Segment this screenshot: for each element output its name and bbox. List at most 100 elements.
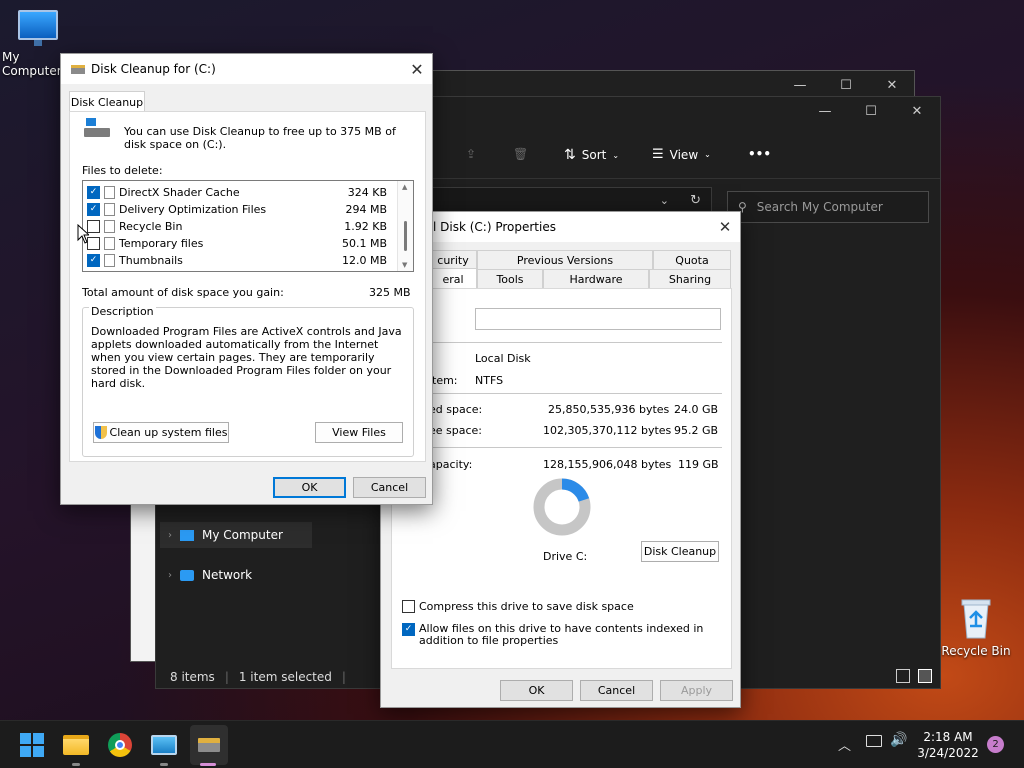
scroll-down-icon[interactable]: ▼ (402, 261, 407, 269)
file-name: Delivery Optimization Files (119, 203, 267, 216)
maximize-button[interactable]: ☐ (848, 97, 894, 125)
tiles-view-icon[interactable] (918, 669, 932, 683)
share-button[interactable]: ⇪ (466, 147, 476, 161)
tab-sharing[interactable]: Sharing (649, 269, 731, 288)
close-button[interactable]: ✕ (869, 71, 915, 99)
control-panel-icon (151, 735, 177, 755)
refresh-icon[interactable]: ↻ (690, 193, 701, 208)
details-view-icon[interactable] (896, 669, 910, 683)
ok-button[interactable]: OK (500, 680, 573, 701)
index-checkbox-row[interactable]: ✓ Allow files on this drive to have cont… (402, 623, 722, 647)
maximize-button[interactable]: ☐ (823, 71, 869, 99)
more-options-button[interactable]: ••• (748, 147, 771, 161)
disk-cleanup-dialog[interactable]: Disk Cleanup for (C:) ✕ Disk Cleanup You… (60, 53, 433, 505)
file-checkbox[interactable]: ✓ (87, 186, 100, 199)
file-name: Recycle Bin (119, 220, 183, 233)
chevron-right-icon: › (168, 569, 172, 581)
nav-label: My Computer (202, 528, 283, 542)
nav-item-network[interactable]: › Network (160, 562, 312, 588)
scroll-up-icon[interactable]: ▲ (402, 183, 407, 191)
file-row[interactable]: Temporary files 50.1 MB (87, 235, 393, 252)
disk-cleanup-taskbar-button[interactable] (190, 725, 228, 765)
close-button[interactable]: ✕ (710, 212, 740, 242)
start-button[interactable] (16, 729, 48, 761)
disk-cleanup-button[interactable]: Disk Cleanup (641, 541, 719, 562)
file-size: 1.92 KB (344, 220, 387, 233)
cancel-button[interactable]: Cancel (580, 680, 653, 701)
file-explorer-taskbar-button[interactable] (60, 729, 92, 761)
file-row[interactable]: ✓ DirectX Shader Cache 324 KB (87, 184, 393, 201)
view-label: View (669, 147, 699, 162)
delete-button[interactable]: 🗑 (513, 147, 528, 161)
file-row[interactable]: Recycle Bin 1.92 KB (87, 218, 393, 235)
control-panel-taskbar-button[interactable] (148, 729, 180, 761)
tab-general[interactable]: eral (429, 268, 477, 290)
network-icon[interactable] (866, 735, 882, 747)
minimize-button[interactable]: — (802, 97, 848, 125)
close-button[interactable]: ✕ (402, 54, 432, 84)
tab-hardware[interactable]: Hardware (543, 269, 649, 288)
button-label: Clean up system files (109, 426, 228, 439)
taskbar: ︿ 🔊 2:18 AM 3/24/2022 2 (0, 720, 1024, 768)
tab-previous-versions[interactable]: Previous Versions (477, 250, 653, 269)
nav-item-my-computer[interactable]: › My Computer (160, 522, 312, 548)
tab-tools[interactable]: Tools (477, 269, 543, 288)
active-indicator (200, 763, 216, 766)
running-indicator (72, 763, 80, 766)
file-checkbox[interactable]: ✓ (87, 203, 100, 216)
dialog-title: l Disk (C:) Properties (433, 220, 556, 234)
chevron-up-icon[interactable]: ︿ (838, 735, 851, 754)
files-list[interactable]: ✓ DirectX Shader Cache 324 KB ✓ Delivery Opt… (82, 180, 414, 272)
properties-dialog[interactable]: l Disk (C:) Properties ✕ curity Previous… (380, 211, 741, 708)
apply-button[interactable]: Apply (660, 680, 733, 701)
file-icon (104, 237, 115, 250)
drive-label-input[interactable] (475, 308, 721, 330)
clock[interactable]: 2:18 AM 3/24/2022 (915, 729, 981, 761)
file-checkbox[interactable]: ✓ (87, 254, 100, 267)
cancel-button[interactable]: Cancel (353, 477, 426, 498)
file-size: 12.0 MB (341, 254, 387, 267)
tab-disk-cleanup[interactable]: Disk Cleanup (69, 91, 145, 112)
chrome-taskbar-button[interactable] (104, 729, 136, 761)
search-input[interactable]: ⚲ Search My Computer (727, 191, 929, 223)
close-button[interactable]: ✕ (894, 97, 940, 125)
description-text: Downloaded Program Files are ActiveX con… (91, 325, 402, 390)
description-label: Description (89, 305, 156, 318)
sort-icon: ⇅ (564, 147, 576, 163)
disk-cleanup-icon (198, 738, 220, 752)
tab-security[interactable]: curity (429, 250, 477, 269)
sort-button[interactable]: ⇅ Sort ⌄ (564, 147, 619, 163)
compress-checkbox-row[interactable]: Compress this drive to save disk space (402, 600, 634, 613)
view-icon: ☰ (652, 147, 664, 162)
view-button[interactable]: ☰ View ⌄ (652, 147, 711, 162)
index-checkbox[interactable]: ✓ (402, 623, 415, 636)
view-files-button[interactable]: View Files (315, 422, 403, 443)
capacity-label: apacity: (429, 458, 473, 471)
compress-checkbox[interactable] (402, 600, 415, 613)
chevron-down-icon: ⌄ (659, 194, 669, 207)
folder-icon (63, 735, 89, 755)
clean-up-system-files-button[interactable]: Clean up system files (93, 422, 229, 443)
notification-badge[interactable]: 2 (987, 736, 1004, 753)
file-row[interactable]: ✓ Delivery Optimization Files 294 MB (87, 201, 393, 218)
status-selected: 1 item selected (238, 670, 332, 684)
used-space-label: ed space: (429, 403, 483, 416)
drive-name-label: Drive C: (543, 550, 588, 563)
minimize-button[interactable]: — (777, 71, 823, 99)
compress-label: Compress this drive to save disk space (419, 600, 634, 613)
file-size: 50.1 MB (341, 237, 387, 250)
list-scrollbar[interactable]: ▲ ▼ (397, 181, 413, 271)
disk-cleanup-title-bar: Disk Cleanup for (C:) (61, 54, 432, 84)
scroll-thumb[interactable] (404, 221, 407, 251)
desktop-icon-recycle-bin[interactable]: Recycle Bin (940, 596, 1012, 658)
files-to-delete-label: Files to delete: (82, 164, 163, 177)
general-tab-panel: Local Disk tem: NTFS ed space: 25,850,53… (391, 288, 732, 669)
file-name: DirectX Shader Cache (119, 186, 240, 199)
free-space-bytes: 102,305,370,112 bytes (543, 424, 672, 437)
volume-icon[interactable]: 🔊 (890, 732, 907, 748)
file-row[interactable]: ✓ Thumbnails 12.0 MB (87, 252, 393, 269)
used-space-gb: 24.0 GB (674, 403, 719, 416)
tab-quota[interactable]: Quota (653, 250, 731, 269)
file-size: 324 KB (347, 186, 387, 199)
ok-button[interactable]: OK (273, 477, 346, 498)
